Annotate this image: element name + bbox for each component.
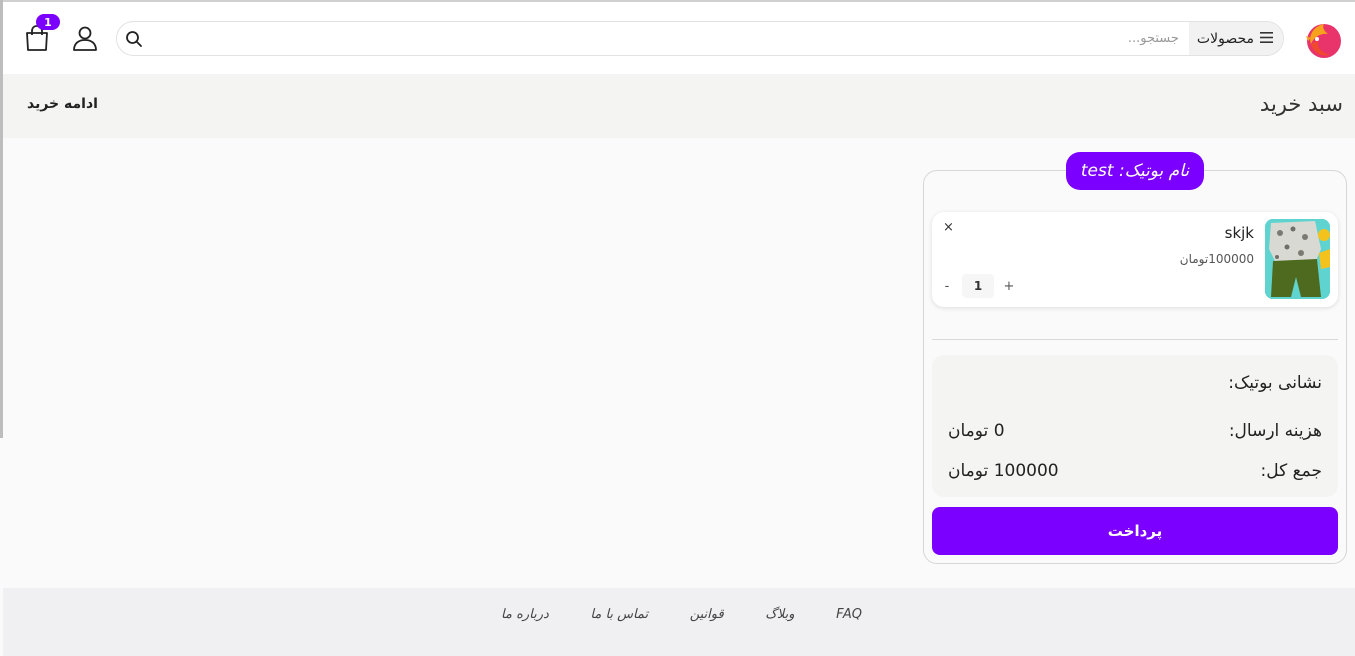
item-name: skjk: [1224, 224, 1254, 242]
footer-link-about[interactable]: درباره ما: [501, 607, 549, 622]
shipping-row: هزینه ارسال: 0 تومان: [948, 421, 1322, 441]
footer-links: درباره ما تماس با ما قوانین وبلاگ FAQ: [501, 607, 862, 622]
products-menu-label: محصولات: [1196, 30, 1254, 47]
search-input[interactable]: [151, 22, 1189, 55]
user-icon[interactable]: [71, 24, 99, 52]
shipping-label: هزینه ارسال:: [1228, 421, 1322, 441]
total-row: جمع کل: 100000 تومان: [948, 461, 1322, 481]
divider: [932, 339, 1338, 340]
search-icon[interactable]: [117, 22, 151, 55]
total-value: 100000 تومان: [948, 461, 1059, 481]
pay-button[interactable]: پرداخت: [932, 507, 1338, 555]
address-label: نشانی بوتیک:: [1228, 373, 1322, 393]
page-title: سبد خرید: [1259, 92, 1343, 116]
search-bar: محصولات: [116, 21, 1284, 56]
footer-link-contact[interactable]: تماس با ما: [590, 607, 648, 622]
site-header: محصولات 1: [3, 2, 1355, 74]
total-label: جمع کل:: [1260, 461, 1322, 481]
cart-count-badge: 1: [36, 14, 60, 30]
logo-icon[interactable]: [1300, 17, 1344, 61]
remove-item-button[interactable]: ×: [943, 220, 954, 235]
decrement-button[interactable]: -: [940, 279, 954, 294]
footer-link-rules[interactable]: قوانین: [690, 607, 724, 622]
cart-item: skjk 100000تومان × - 1 +: [932, 212, 1338, 307]
address-row: نشانی بوتیک:: [948, 373, 1322, 393]
product-image[interactable]: [1265, 219, 1330, 299]
products-menu-button[interactable]: محصولات: [1188, 22, 1283, 55]
footer-link-blog[interactable]: وبلاگ: [765, 607, 794, 622]
item-price: 100000تومان: [1179, 252, 1254, 266]
quantity-value[interactable]: 1: [962, 274, 994, 298]
boutique-name-tag: نام بوتیک: test: [1066, 152, 1204, 190]
menu-icon: [1260, 31, 1273, 47]
order-summary: نشانی بوتیک: هزینه ارسال: 0 تومان جمع کل…: [932, 355, 1338, 497]
footer-link-faq[interactable]: FAQ: [836, 607, 862, 622]
increment-button[interactable]: +: [1002, 279, 1016, 294]
shipping-value: 0 تومان: [948, 421, 1005, 441]
continue-shopping-link[interactable]: ادامه خرید: [27, 96, 98, 112]
site-footer: درباره ما تماس با ما قوانین وبلاگ FAQ: [3, 588, 1355, 656]
quantity-stepper: - 1 +: [940, 274, 1016, 298]
page-title-bar: سبد خرید ادامه خرید: [3, 74, 1355, 138]
